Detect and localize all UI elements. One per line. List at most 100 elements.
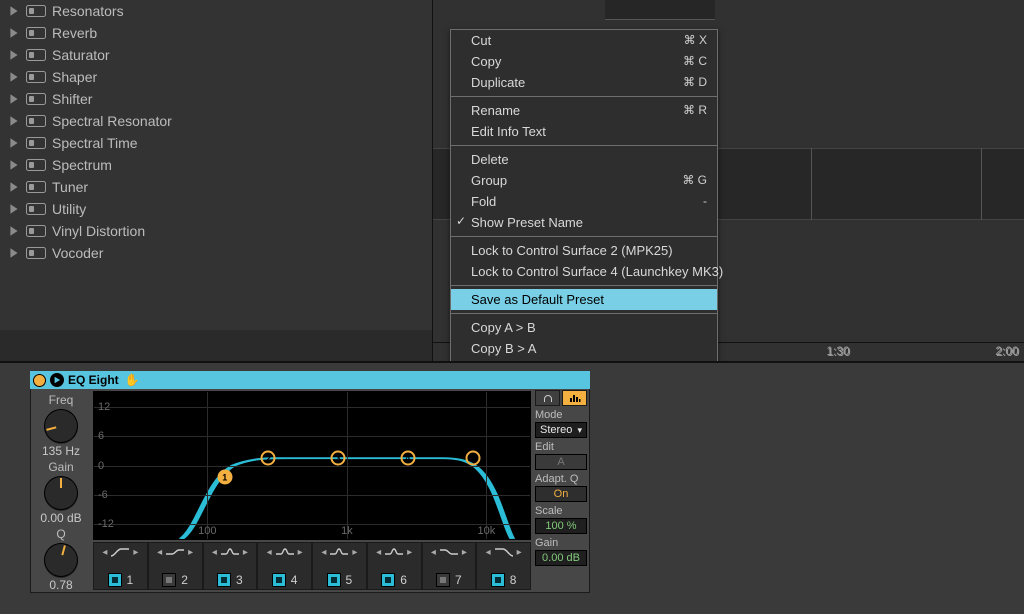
band-enable-toggle[interactable] (327, 573, 341, 587)
browser-item[interactable]: Vinyl Distortion (8, 220, 424, 242)
band-enable-toggle[interactable] (491, 573, 505, 587)
band-shape-selector[interactable]: ◂▸ (368, 545, 421, 559)
device-activator-icon[interactable] (33, 374, 46, 387)
band-shape-selector[interactable]: ◂▸ (94, 545, 147, 559)
menu-item[interactable]: Group⌘ G (451, 170, 717, 191)
headphone-button[interactable] (535, 390, 560, 406)
eq-band-node[interactable]: 2 (261, 451, 276, 466)
eq-band-node[interactable]: 4 (400, 451, 415, 466)
browser-item-label: Shifter (52, 91, 92, 107)
eq-graph[interactable]: 1260-6-121001k10k12345 (93, 391, 531, 540)
browser-item[interactable]: Saturator (8, 44, 424, 66)
device-eq-eight: EQ Eight ✋ Freq 135 Hz Gain 0.00 dB Q 0.… (30, 371, 590, 609)
band-shape-selector[interactable]: ◂▸ (423, 545, 476, 559)
browser-item[interactable]: Tuner (8, 176, 424, 198)
menu-item-label: Group (471, 173, 507, 188)
band-number: 5 (346, 573, 353, 587)
browser-item[interactable]: Utility (8, 198, 424, 220)
band-enable-toggle[interactable] (436, 573, 450, 587)
browser-item[interactable]: Vocoder (8, 242, 424, 264)
browser-item-label: Shaper (52, 69, 97, 85)
menu-item[interactable]: Fold- (451, 191, 717, 212)
menu-item[interactable]: Edit Info Text (451, 121, 717, 142)
device-title-bar[interactable]: EQ Eight ✋ (30, 371, 590, 389)
mode-selector[interactable]: Stereo (535, 422, 587, 438)
menu-item-label: Rename (471, 103, 520, 118)
band-number: 6 (400, 573, 407, 587)
gain-value[interactable]: 0.00 dB (40, 511, 81, 525)
menu-item-shortcut: - (703, 193, 707, 210)
band-shape-selector[interactable]: ◂▸ (258, 545, 311, 559)
band-shape-selector[interactable]: ◂▸ (204, 545, 257, 559)
graph-gridline (94, 407, 530, 408)
browser-panel: Resonators Reverb Saturator Shaper Shifter Sp… (0, 0, 432, 330)
band-shape-selector[interactable]: ◂▸ (149, 545, 202, 559)
device-title: EQ Eight (68, 373, 119, 387)
band-shape-selector[interactable]: ◂▸ (477, 545, 530, 559)
band-enable-toggle[interactable] (272, 573, 286, 587)
menu-item[interactable]: Save as Default Preset (451, 289, 717, 310)
adaptq-value[interactable]: On (535, 486, 587, 502)
freq-knob[interactable] (44, 409, 78, 443)
menu-item-label: Cut (471, 33, 491, 48)
analyzer-button[interactable] (562, 390, 587, 406)
browser-item-label: Reverb (52, 25, 97, 41)
scale-value[interactable]: 100 % (535, 518, 587, 534)
graph-gridline (347, 392, 348, 539)
band-enable-toggle[interactable] (162, 573, 176, 587)
band-enable-toggle[interactable] (108, 573, 122, 587)
band-slot: ◂▸4 (257, 542, 312, 590)
browser-item[interactable]: Spectral Time (8, 132, 424, 154)
browser-item[interactable]: Shaper (8, 66, 424, 88)
menu-item[interactable]: Copy A > B (451, 317, 717, 338)
band-enable-toggle[interactable] (217, 573, 231, 587)
menu-item[interactable]: Delete (451, 149, 717, 170)
edit-value[interactable]: A (535, 454, 587, 470)
menu-item-label: Show Preset Name (471, 215, 583, 230)
eq-band-node[interactable]: 5 (466, 451, 481, 466)
gain-out-value[interactable]: 0.00 dB (535, 550, 587, 566)
graph-x-tick: 100 (198, 525, 216, 537)
q-knob[interactable] (44, 543, 78, 577)
browser-item-label: Utility (52, 201, 86, 217)
band-enable-toggle[interactable] (381, 573, 395, 587)
menu-item[interactable]: Show Preset Name (451, 212, 717, 233)
gain-label: Gain (48, 460, 73, 474)
graph-gridline (94, 466, 530, 467)
menu-item[interactable]: Rename⌘ R (451, 100, 717, 121)
graph-y-tick: 6 (98, 430, 104, 442)
browser-item[interactable]: Resonators (8, 0, 424, 22)
browser-item[interactable]: Spectral Resonator (8, 110, 424, 132)
band-shape-selector[interactable]: ◂▸ (313, 545, 366, 559)
hand-icon: ✋ (125, 373, 140, 387)
q-value[interactable]: 0.78 (49, 578, 72, 592)
menu-divider (451, 313, 717, 314)
band-slot: ◂▸2 (148, 542, 203, 590)
graph-x-tick: 10k (478, 525, 496, 537)
browser-item-label: Vinyl Distortion (52, 223, 145, 239)
gain-knob[interactable] (44, 476, 78, 510)
eq-band-node[interactable]: 1 (217, 470, 232, 485)
menu-item-label: Copy B > A (471, 341, 536, 356)
menu-item-label: Save as Default Preset (471, 292, 604, 307)
band-number: 7 (455, 573, 462, 587)
menu-item[interactable]: Lock to Control Surface 4 (Launchkey MK3… (451, 261, 717, 282)
freq-label: Freq (49, 393, 74, 407)
eq-band-node[interactable]: 3 (331, 451, 346, 466)
browser-item[interactable]: Shifter (8, 88, 424, 110)
menu-item-shortcut: ⌘ X (684, 32, 707, 49)
menu-item[interactable]: Lock to Control Surface 2 (MPK25) (451, 240, 717, 261)
menu-item[interactable]: Duplicate⌘ D (451, 72, 717, 93)
browser-item-label: Spectral Time (52, 135, 138, 151)
device-power-icon[interactable] (50, 373, 64, 387)
menu-item[interactable]: Copy⌘ C (451, 51, 717, 72)
menu-item[interactable]: Copy B > A (451, 338, 717, 359)
device-strip: EQ Eight ✋ Freq 135 Hz Gain 0.00 dB Q 0.… (0, 361, 1024, 614)
band-slot: ◂▸1 (93, 542, 148, 590)
freq-value[interactable]: 135 Hz (42, 444, 80, 458)
browser-item[interactable]: Spectrum (8, 154, 424, 176)
menu-item[interactable]: Cut ⌘ X (451, 30, 717, 51)
knob-column: Freq 135 Hz Gain 0.00 dB Q 0.78 (31, 389, 91, 592)
menu-item-label: Copy A > B (471, 320, 536, 335)
browser-item[interactable]: Reverb (8, 22, 424, 44)
